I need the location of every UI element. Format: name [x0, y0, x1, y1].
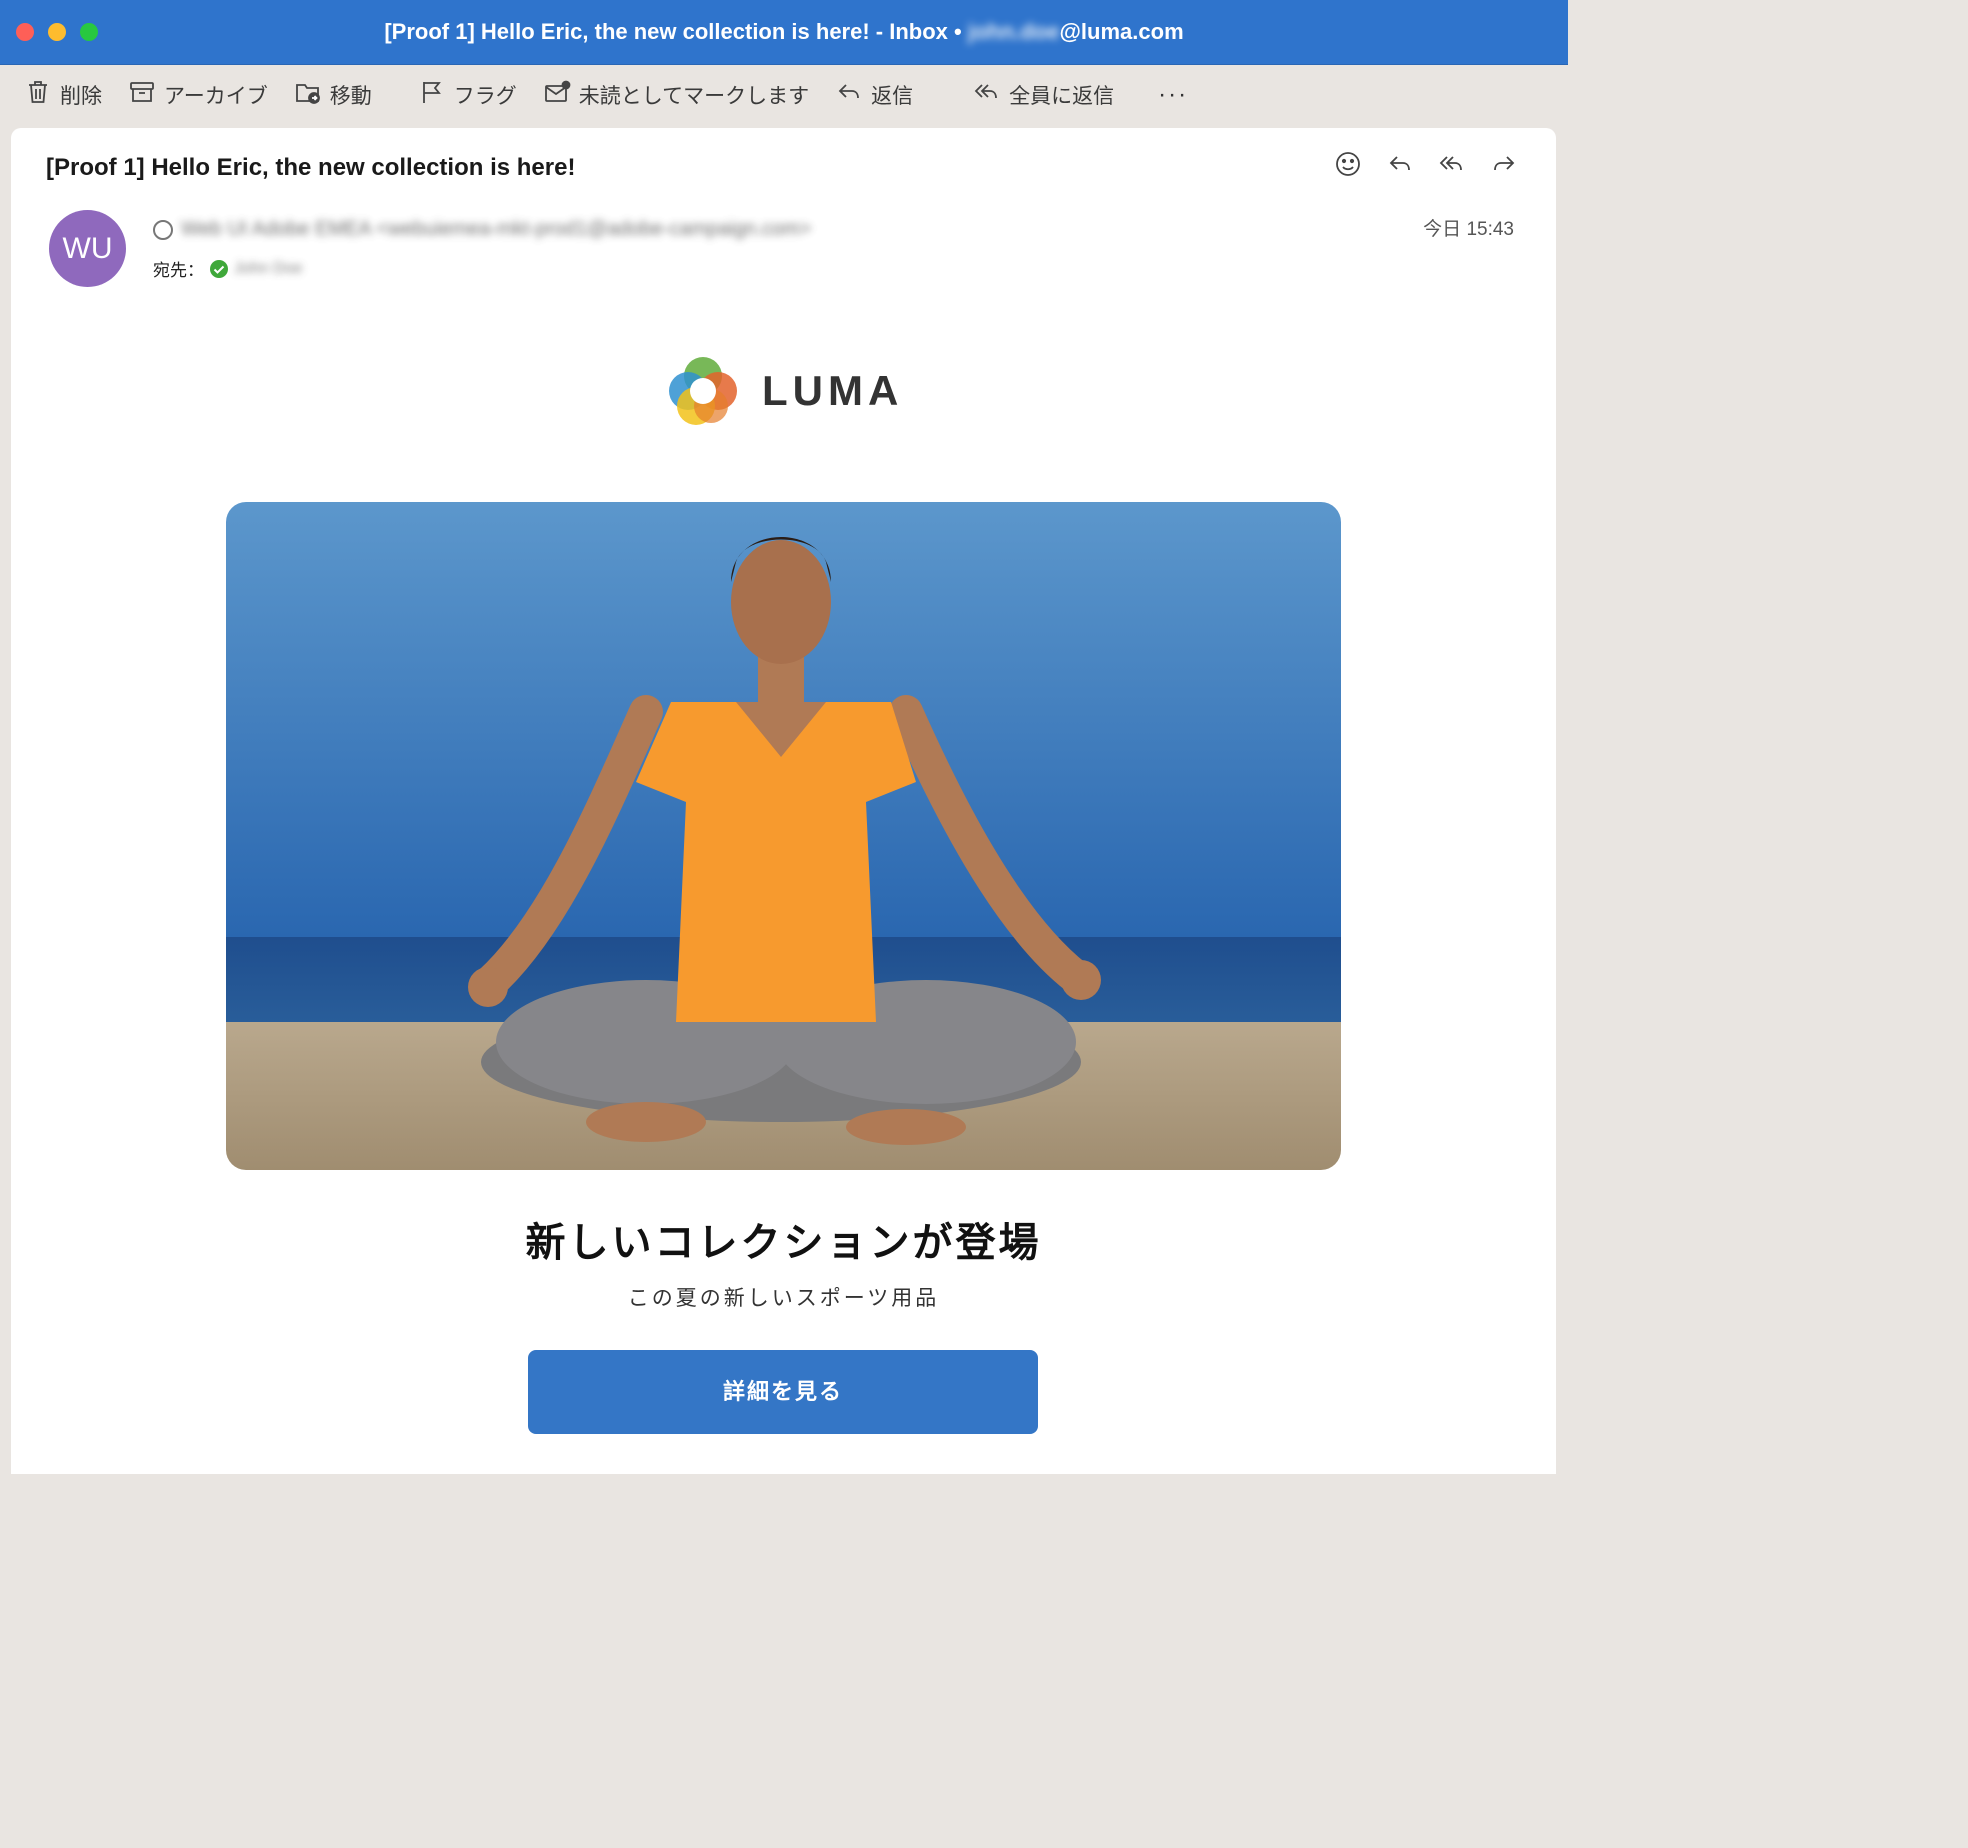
emoji-icon[interactable]	[1334, 150, 1362, 183]
sender-row: Web UI Adobe EMEA <webuiemea-mkt-prod1@a…	[153, 218, 811, 241]
window-title-text: [Proof 1] Hello Eric, the new collection…	[384, 19, 968, 44]
sender-avatar: WU	[49, 210, 126, 287]
mark-unread-icon	[543, 78, 571, 112]
delete-label: 削除	[60, 85, 102, 108]
account-domain: @luma.com	[1059, 19, 1184, 44]
recipient-name[interactable]: John Doe	[234, 260, 303, 278]
message-panel: [Proof 1] Hello Eric, the new collection…	[11, 128, 1556, 1474]
luma-logo-mark	[669, 357, 737, 425]
move-button[interactable]: 移動	[294, 75, 372, 115]
view-details-button[interactable]: 詳細を見る	[528, 1350, 1038, 1434]
email-headline: 新しいコレクションが登場	[525, 1221, 1042, 1265]
reply-all-label: 全員に返信	[1009, 85, 1115, 108]
yoga-beach-illustration	[226, 502, 1341, 1170]
delete-button[interactable]: 削除	[24, 75, 102, 115]
hero-image	[226, 502, 1341, 1170]
message-subject: [Proof 1] Hello Eric, the new collection…	[46, 154, 576, 181]
to-label: 宛先：	[153, 261, 204, 280]
luma-logo: LUMA	[666, 354, 903, 428]
archive-button[interactable]: アーカイブ	[128, 75, 268, 115]
reply-icon	[835, 78, 863, 112]
more-icon[interactable]: ···	[1158, 81, 1188, 109]
check-icon	[210, 259, 228, 278]
read-status-toggle[interactable]	[153, 219, 173, 240]
move-label: 移動	[329, 85, 372, 108]
mark-unread-label: 未読としてマークします	[578, 85, 810, 108]
message-time: 今日 15:43	[1423, 219, 1514, 240]
flag-label: フラグ	[453, 85, 517, 108]
email-subline: この夏の新しいスポーツ用品	[627, 1287, 940, 1310]
luma-logo-text: LUMA	[762, 367, 904, 414]
window-title: [Proof 1] Hello Eric, the new collection…	[0, 0, 1568, 64]
forward-icon[interactable]	[1490, 150, 1518, 183]
archive-label: アーカイブ	[164, 85, 268, 108]
reply-all-button[interactable]: 全員に返信	[973, 75, 1114, 115]
reply-button[interactable]: 返信	[835, 75, 913, 115]
title-bar: [Proof 1] Hello Eric, the new collection…	[0, 0, 1568, 65]
account-user: john.doe	[967, 19, 1060, 44]
toolbar: 削除 アーカイブ 移動 フラグ 未読としてマークします 返信 全員に返信 ···	[0, 64, 1568, 126]
message-actions	[1334, 150, 1518, 183]
reply-all-icon	[973, 78, 1001, 112]
archive-icon	[128, 78, 156, 112]
reply-icon[interactable]	[1386, 150, 1414, 183]
flag-button[interactable]: フラグ	[418, 75, 517, 115]
reply-label: 返信	[871, 85, 914, 108]
trash-icon	[24, 78, 52, 112]
flag-icon	[418, 78, 446, 112]
sender-address[interactable]: Web UI Adobe EMEA <webuiemea-mkt-prod1@a…	[181, 218, 811, 241]
reply-all-icon[interactable]	[1438, 150, 1466, 183]
mark-unread-button[interactable]: 未読としてマークします	[543, 75, 809, 115]
move-folder-icon	[294, 78, 322, 112]
recipient-row: 宛先： John Doe	[153, 256, 303, 281]
